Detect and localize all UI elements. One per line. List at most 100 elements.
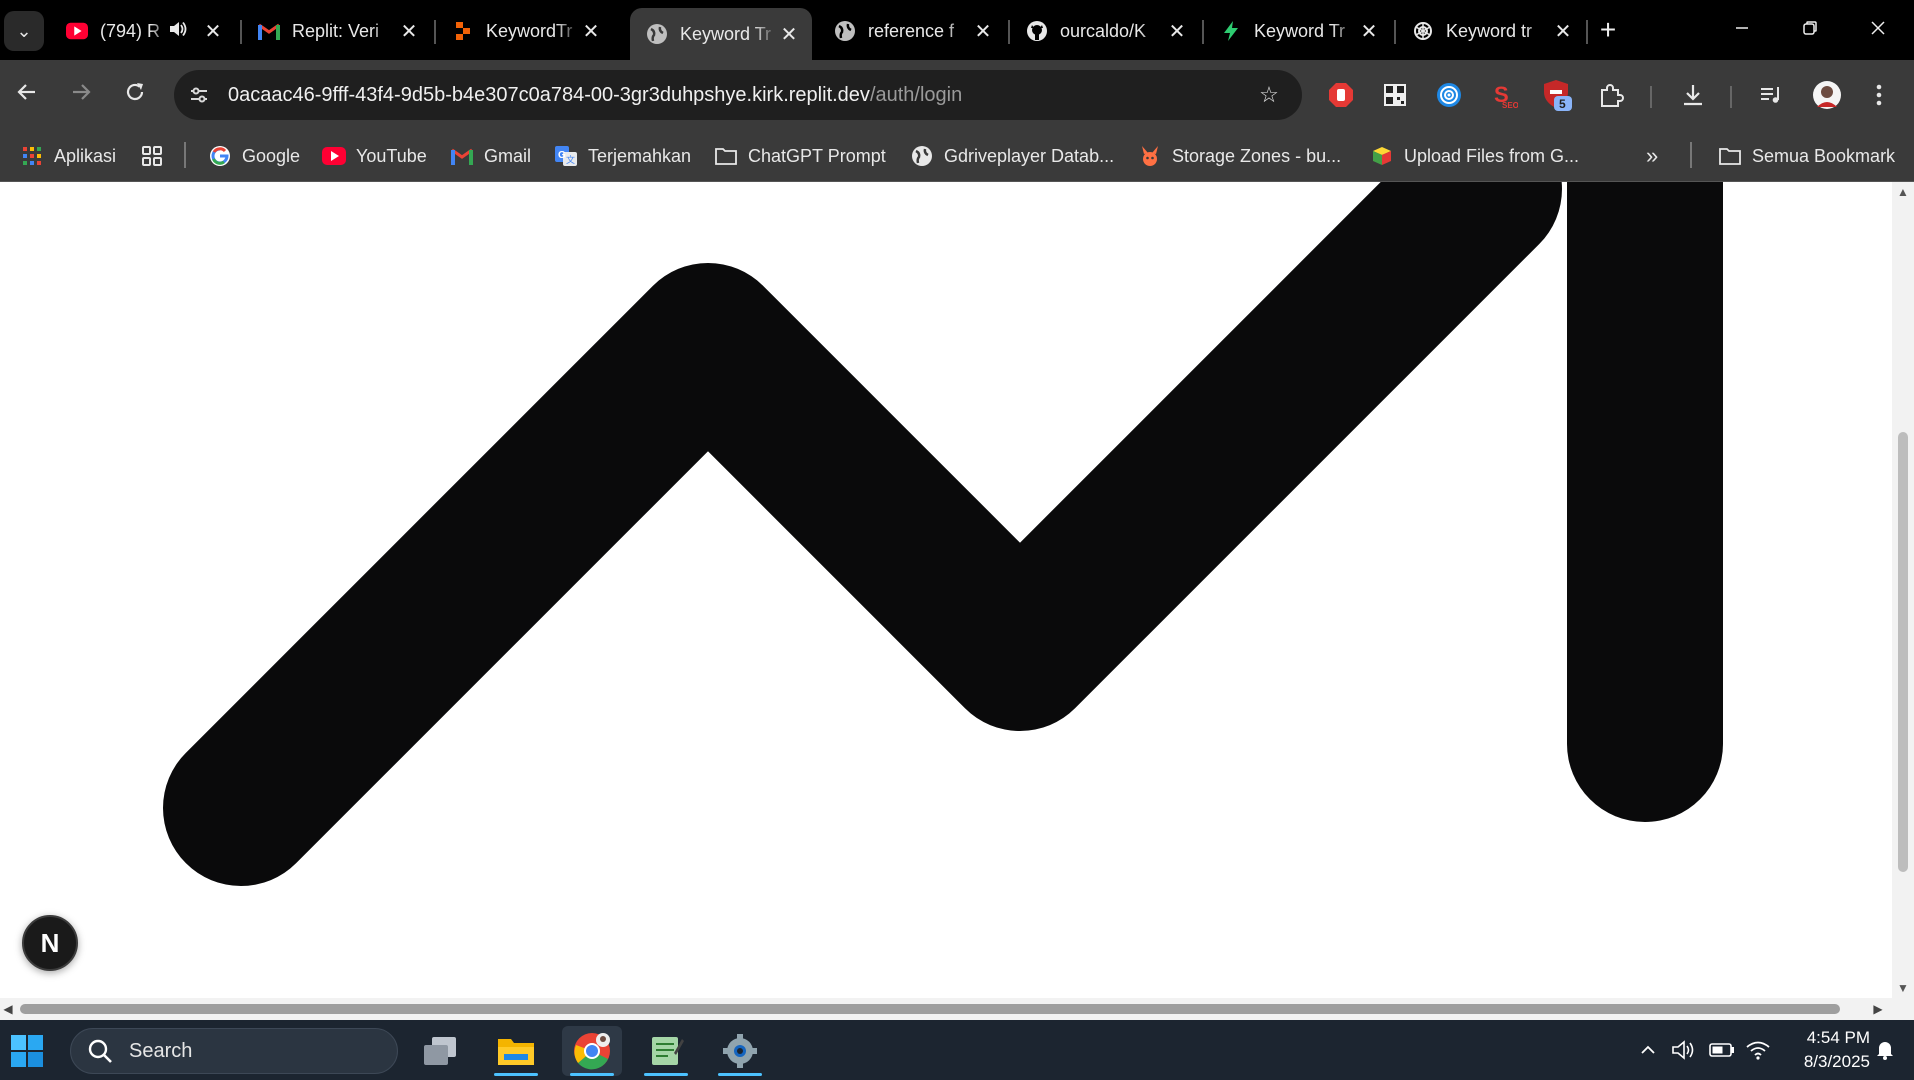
notepad-app-button[interactable] (636, 1026, 696, 1076)
horizontal-scrollbar-thumb[interactable] (20, 1004, 1840, 1014)
settings-app-button[interactable] (710, 1026, 770, 1076)
close-icon[interactable]: ✕ (1166, 20, 1188, 43)
qr-code-extension-icon[interactable] (1378, 78, 1412, 112)
running-indicator (494, 1073, 538, 1076)
media-control-icon[interactable] (1754, 78, 1788, 112)
forward-button[interactable] (64, 78, 98, 112)
bookmark-label: ChatGPT Prompt (748, 145, 886, 166)
bookmark-aplikasi[interactable]: Aplikasi (20, 140, 116, 172)
bookmark-all-bookmarks[interactable]: Semua Bookmark (1718, 140, 1895, 172)
scroll-up-arrow-icon[interactable]: ▲ (1897, 186, 1909, 198)
toolbar-divider (1650, 86, 1652, 108)
globe-icon (646, 23, 668, 45)
bookmark-tab-groups[interactable] (140, 140, 174, 172)
bookmark-storage-zones[interactable]: Storage Zones - bu... (1138, 140, 1341, 172)
tab-gmail[interactable]: Replit: Veri ✕ (242, 10, 432, 52)
bookmark-terjemahkan[interactable]: G文 Terjemahkan (554, 140, 691, 172)
vertical-scrollbar-thumb[interactable] (1898, 432, 1908, 872)
bookmark-youtube[interactable]: YouTube (322, 140, 427, 172)
tab-bolt[interactable]: Keyword Tr ✕ (1204, 10, 1392, 52)
restore-button[interactable] (1784, 10, 1836, 50)
new-tab-button[interactable]: + (1594, 14, 1622, 46)
translate-icon: G文 (554, 144, 578, 168)
tab-reference[interactable]: reference f ✕ (818, 10, 1006, 52)
seo-extension-icon[interactable]: S SEO (1486, 78, 1520, 112)
url-text: 0acaac46-9fff-43f4-9d5b-b4e307c0a784-00-… (228, 84, 962, 107)
bookmarks-overflow-button[interactable]: » (1646, 140, 1658, 172)
tab-chatgpt[interactable]: Keyword tr ✕ (1396, 10, 1586, 52)
tab-strip: ⌄ (794) R ✕ Replit: Veri ✕ KeywordTr ✕ K… (0, 0, 1914, 60)
extensions-puzzle-icon[interactable] (1594, 78, 1628, 112)
bookmark-gdriveplayer[interactable]: Gdriveplayer Datab... (910, 140, 1114, 172)
task-view-button[interactable] (410, 1026, 470, 1076)
chrome-taskbar-button[interactable] (562, 1026, 622, 1076)
windows-start-button[interactable] (10, 1034, 44, 1068)
extension-badge-count: 5 (1559, 97, 1566, 111)
folder-icon (1718, 144, 1742, 168)
close-icon[interactable]: ✕ (972, 20, 994, 43)
volume-button[interactable] (1670, 1036, 1698, 1064)
bookmark-label: Storage Zones - bu... (1172, 145, 1342, 166)
more-menu-icon[interactable] (1862, 78, 1896, 112)
nextjs-dev-indicator-button[interactable]: N (22, 915, 78, 971)
site-info-icon[interactable] (184, 80, 214, 110)
svg-text:文: 文 (566, 154, 575, 165)
bookmark-google[interactable]: Google (208, 140, 300, 172)
wifi-icon (1746, 1041, 1770, 1060)
tab-keyword-active[interactable]: Keyword Tr ✕ (630, 8, 812, 60)
arrow-right-icon (70, 81, 92, 110)
close-icon[interactable]: ✕ (1552, 20, 1574, 43)
back-button[interactable] (10, 78, 44, 112)
show-hidden-icons-button[interactable] (1636, 1036, 1660, 1064)
taskbar-search-box[interactable]: Search (70, 1028, 398, 1074)
speaker-icon[interactable] (168, 19, 188, 44)
close-icon[interactable]: ✕ (580, 20, 602, 43)
taskbar-clock[interactable]: 4:54 PM 8/3/2025 (1770, 1026, 1870, 1074)
task-view-icon (424, 1037, 456, 1065)
gmail-icon (258, 20, 280, 42)
apps-grid-icon (20, 144, 44, 168)
close-window-button[interactable] (1852, 10, 1904, 50)
scroll-left-arrow-icon[interactable]: ◀ (2, 1003, 14, 1015)
tab-title: ourcaldo/K (1060, 20, 1147, 41)
close-icon[interactable]: ✕ (398, 20, 420, 43)
bookmark-upload-files[interactable]: Upload Files from G... (1370, 140, 1579, 172)
scrollbar-corner (1892, 998, 1914, 1020)
tab-youtube[interactable]: (794) R ✕ (50, 10, 236, 52)
windows-logo-icon (11, 1035, 43, 1067)
adblock-extension-icon[interactable] (1324, 78, 1358, 112)
file-explorer-button[interactable] (486, 1026, 546, 1076)
reload-button[interactable] (118, 78, 152, 112)
tab-groups-icon (140, 144, 164, 168)
globe-icon (910, 144, 934, 168)
minimize-icon (1734, 19, 1750, 42)
search-icon (85, 1036, 115, 1066)
bolt-icon (1220, 20, 1242, 42)
privacy-badge-extension-icon[interactable]: 5 (1540, 78, 1574, 112)
battery-button[interactable] (1708, 1036, 1736, 1064)
download-icon[interactable] (1676, 78, 1710, 112)
vertical-scrollbar[interactable]: ▲ ▼ (1892, 182, 1914, 998)
scroll-down-arrow-icon[interactable]: ▼ (1897, 982, 1909, 994)
horizontal-scrollbar[interactable]: ◀ ▶ (0, 998, 1892, 1020)
tab-github[interactable]: ourcaldo/K ✕ (1010, 10, 1200, 52)
close-icon[interactable]: ✕ (202, 20, 224, 43)
bookmark-gmail[interactable]: Gmail (450, 140, 531, 172)
wifi-button[interactable] (1744, 1036, 1772, 1064)
address-bar[interactable]: 0acaac46-9fff-43f4-9d5b-b4e307c0a784-00-… (174, 70, 1302, 120)
scroll-right-arrow-icon[interactable]: ▶ (1872, 1003, 1884, 1015)
bookmark-chatgpt-prompt[interactable]: ChatGPT Prompt (714, 140, 886, 172)
tab-title: KeywordTr (486, 20, 573, 41)
svg-text:G: G (558, 150, 566, 161)
star-icon[interactable]: ☆ (1254, 80, 1284, 110)
minimize-button[interactable] (1716, 10, 1768, 50)
radar-extension-icon[interactable] (1432, 78, 1466, 112)
tab-replit[interactable]: KeywordTr ✕ (436, 10, 614, 52)
running-indicator (570, 1073, 614, 1076)
notifications-button[interactable] (1872, 1036, 1898, 1064)
avatar[interactable] (1810, 78, 1844, 112)
url-host: 0acaac46-9fff-43f4-9d5b-b4e307c0a784-00-… (228, 83, 870, 106)
tab-search-button[interactable]: ⌄ (4, 11, 44, 51)
close-icon[interactable]: ✕ (1358, 20, 1380, 43)
close-icon[interactable]: ✕ (778, 23, 800, 46)
